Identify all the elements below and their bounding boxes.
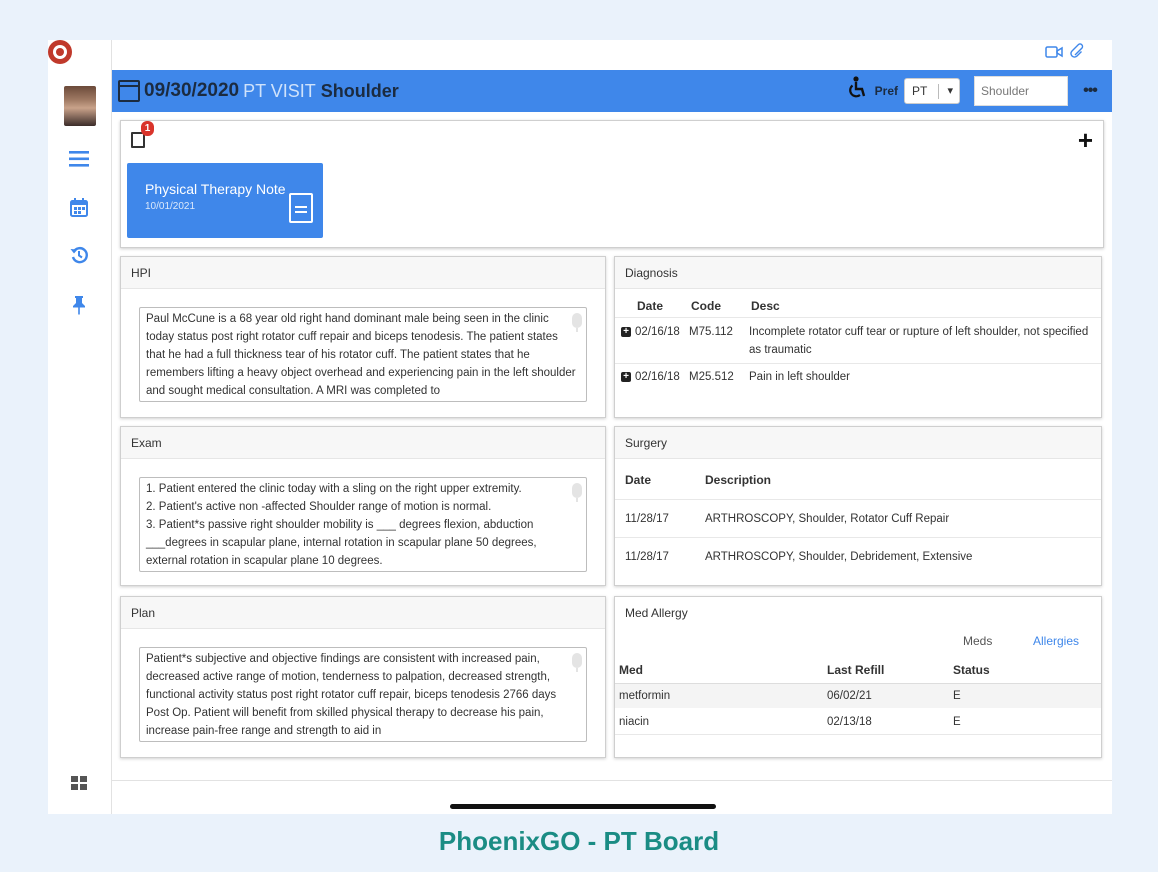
pref-select[interactable]: PT (904, 78, 960, 104)
dx-code: M25.512 (689, 371, 734, 383)
surgery-date: 11/28/17 (625, 551, 669, 563)
surgery-panel: Surgery Date Description 11/28/17 ARTHRO… (614, 426, 1102, 586)
surgery-desc: ARTHROSCOPY, Shoulder, Rotator Cuff Repa… (705, 513, 950, 525)
visit-calendar-icon[interactable] (118, 80, 140, 102)
med-name: niacin (619, 716, 650, 728)
add-note-button[interactable]: + (1078, 125, 1093, 156)
med-status: E (953, 690, 961, 702)
link-icon[interactable] (1068, 43, 1084, 64)
expand-icon[interactable]: + (621, 327, 631, 337)
plan-text: Patient*s subjective and objective findi… (146, 653, 557, 737)
med-refill: 06/02/21 (827, 690, 872, 702)
microphone-icon[interactable] (572, 653, 582, 672)
left-sidebar (48, 40, 112, 814)
note-title: Physical Therapy Note (145, 181, 286, 197)
tab-meds[interactable]: Meds (963, 634, 992, 648)
home-indicator[interactable] (450, 804, 716, 809)
col-last-refill: Last Refill (827, 663, 885, 677)
exam-title: Exam (121, 427, 605, 459)
region-field[interactable]: Shoulder (974, 76, 1068, 106)
col-med: Med (619, 663, 643, 677)
diagnosis-header-row: Date Code Desc (615, 299, 1101, 313)
table-row[interactable]: 11/28/17 ARTHROSCOPY, Shoulder, Debridem… (615, 551, 1101, 563)
hpi-textarea[interactable]: Paul McCune is a 68 year old right hand … (139, 307, 587, 402)
visit-header: 09/30/2020 PT VISIT Shoulder Pref PT Sho… (112, 70, 1112, 112)
col-status: Status (953, 663, 990, 677)
table-row[interactable]: + 02/16/18 M75.112 Incomplete rotator cu… (615, 323, 1101, 359)
col-date: Date (637, 299, 664, 313)
plan-panel: Plan Patient*s subjective and objective … (120, 596, 606, 758)
col-desc: Desc (751, 299, 780, 313)
avatar[interactable] (64, 86, 96, 126)
notes-badge: 1 (141, 121, 154, 136)
pref-label: Pref (874, 84, 898, 98)
dx-desc: Incomplete rotator cuff tear or rupture … (749, 326, 1089, 356)
video-icon[interactable] (1045, 45, 1063, 61)
document-icon (289, 193, 313, 223)
table-row[interactable]: + 02/16/18 M25.512 Pain in left shoulder (615, 368, 1101, 386)
table-row[interactable]: niacin 02/13/18 E (615, 710, 1101, 734)
plan-title: Plan (121, 597, 605, 629)
dx-date: 02/16/18 (635, 371, 680, 383)
table-row[interactable]: metformin 06/02/21 E (615, 684, 1101, 708)
calendar-icon[interactable] (64, 192, 94, 222)
menu-icon[interactable] (64, 144, 94, 174)
bottom-divider (112, 780, 1112, 781)
table-row[interactable]: 11/28/17 ARTHROSCOPY, Shoulder, Rotator … (615, 513, 1101, 525)
col-description: Description (705, 473, 772, 487)
surgery-header-row: Date Description (615, 473, 1101, 487)
surgery-desc: ARTHROSCOPY, Shoulder, Debridement, Exte… (705, 551, 973, 563)
col-code: Code (691, 299, 721, 313)
exam-line: ___degrees in scapular plane, internal r… (146, 537, 537, 549)
exam-line: external rotation in scapular plane 10 d… (146, 555, 383, 567)
expand-icon[interactable]: + (621, 372, 631, 382)
note-date: 10/01/2021 (145, 201, 196, 212)
exam-line: 2. Patient's active non -affected Should… (146, 501, 492, 513)
med-refill: 02/13/18 (827, 716, 872, 728)
pref-select-value: PT (912, 84, 928, 98)
physical-therapy-note-card[interactable]: Physical Therapy Note 10/01/2021 (127, 163, 323, 238)
more-button[interactable]: ••• (1068, 82, 1112, 100)
plan-textarea[interactable]: Patient*s subjective and objective findi… (139, 647, 587, 742)
surgery-date: 11/28/17 (625, 513, 669, 525)
med-status: E (953, 716, 961, 728)
tab-allergies[interactable]: Allergies (1033, 634, 1079, 648)
visit-region: Shoulder (320, 80, 399, 101)
diagnosis-panel: Diagnosis Date Code Desc + 02/16/18 M75.… (614, 256, 1102, 418)
dx-date: 02/16/18 (635, 326, 680, 338)
logo-icon[interactable] (48, 40, 72, 64)
visit-date: 09/30/2020 (144, 80, 240, 101)
dx-desc: Pain in left shoulder (749, 371, 851, 383)
apps-grid-icon[interactable] (64, 768, 94, 798)
exam-textarea[interactable]: 1. Patient entered the clinic today with… (139, 477, 587, 572)
exam-line: 3. Patient*s passive right shoulder mobi… (146, 519, 534, 531)
divider (615, 537, 1101, 538)
med-header-row: Med Last Refill Status (615, 663, 1101, 677)
divider (615, 499, 1101, 500)
hpi-text: Paul McCune is a 68 year old right hand … (146, 313, 576, 397)
med-name: metformin (619, 690, 671, 702)
microphone-icon[interactable] (572, 313, 582, 332)
med-allergy-title: Med Allergy (615, 597, 1101, 629)
hpi-panel: HPI Paul McCune is a 68 year old right h… (120, 256, 606, 418)
divider (615, 734, 1101, 735)
hpi-title: HPI (121, 257, 605, 289)
surgery-title: Surgery (615, 427, 1101, 459)
pin-icon[interactable] (64, 290, 94, 320)
divider (615, 317, 1101, 318)
med-allergy-panel: Med Allergy Meds Allergies Med Last Refi… (614, 596, 1102, 758)
caption-title: PhoenixGO - PT Board (438, 826, 720, 856)
exam-panel: Exam 1. Patient entered the clinic today… (120, 426, 606, 586)
divider (615, 363, 1101, 364)
exam-line: 1. Patient entered the clinic today with… (146, 483, 522, 495)
microphone-icon[interactable] (572, 483, 582, 502)
diagnosis-title: Diagnosis (615, 257, 1101, 289)
app-frame: 09/30/2020 PT VISIT Shoulder Pref PT Sho… (48, 40, 1112, 814)
history-icon[interactable] (64, 240, 94, 270)
visit-type: PT VISIT (243, 80, 316, 101)
dx-code: M75.112 (689, 326, 733, 338)
notes-panel: 1 + Physical Therapy Note 10/01/2021 (120, 120, 1104, 248)
accessibility-icon[interactable] (845, 76, 867, 106)
col-date: Date (625, 473, 652, 487)
